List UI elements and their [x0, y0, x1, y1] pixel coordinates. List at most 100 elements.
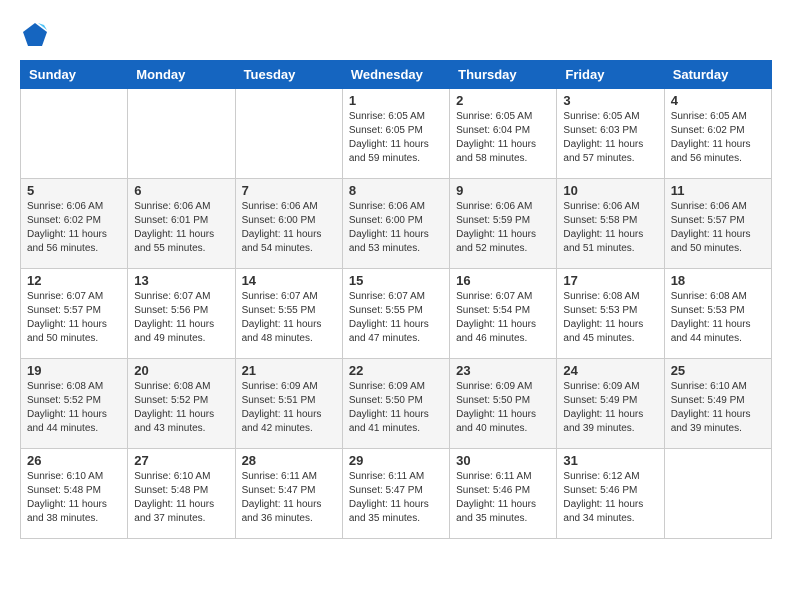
calendar-cell [21, 89, 128, 179]
calendar-cell: 9 Sunrise: 6:06 AM Sunset: 5:59 PM Daylig… [450, 179, 557, 269]
day-number: 9 [456, 183, 550, 198]
calendar-cell: 18 Sunrise: 6:08 AM Sunset: 5:53 PM Dayli… [664, 269, 771, 359]
day-number: 16 [456, 273, 550, 288]
weekday-header-row: SundayMondayTuesdayWednesdayThursdayFrid… [21, 61, 772, 89]
day-info: Sunrise: 6:09 AM Sunset: 5:49 PM Dayligh… [563, 380, 657, 436]
calendar-cell: 10 Sunrise: 6:06 AM Sunset: 5:58 PM Dayli… [557, 179, 664, 269]
day-number: 30 [456, 453, 550, 468]
day-info: Sunrise: 6:05 AM Sunset: 6:04 PM Dayligh… [456, 110, 550, 166]
day-info: Sunrise: 6:06 AM Sunset: 6:02 PM Dayligh… [27, 200, 121, 256]
day-number: 5 [27, 183, 121, 198]
day-info: Sunrise: 6:06 AM Sunset: 6:00 PM Dayligh… [242, 200, 336, 256]
weekday-header-thursday: Thursday [450, 61, 557, 89]
day-number: 24 [563, 363, 657, 378]
day-number: 11 [671, 183, 765, 198]
calendar-cell: 15Sunrise: 6:07 AM Sunset: 5:55 PM Dayli… [342, 269, 449, 359]
logo [20, 20, 54, 50]
weekday-header-wednesday: Wednesday [342, 61, 449, 89]
day-number: 3 [563, 93, 657, 108]
day-info: Sunrise: 6:10 AM Sunset: 5:48 PM Dayligh… [134, 470, 228, 526]
day-info: Sunrise: 6:09 AM Sunset: 5:51 PM Dayligh… [242, 380, 336, 436]
day-info: Sunrise: 6:06 AM Sunset: 5:58 PM Dayligh… [563, 200, 657, 256]
day-number: 21 [242, 363, 336, 378]
day-info: Sunrise: 6:07 AM Sunset: 5:55 PM Dayligh… [349, 290, 443, 346]
week-row-4: 19 Sunrise: 6:08 AM Sunset: 5:52 PM Dayli… [21, 359, 772, 449]
day-info: Sunrise: 6:08 AM Sunset: 5:52 PM Dayligh… [27, 380, 121, 436]
logo-icon [20, 20, 50, 50]
calendar-cell: 26 Sunrise: 6:10 AM Sunset: 5:48 PM Dayli… [21, 449, 128, 539]
day-info: Sunrise: 6:11 AM Sunset: 5:46 PM Dayligh… [456, 470, 550, 526]
week-row-1: 1 Sunrise: 6:05 AM Sunset: 6:05 PM Daylig… [21, 89, 772, 179]
calendar-cell: 24 Sunrise: 6:09 AM Sunset: 5:49 PM Dayli… [557, 359, 664, 449]
calendar-cell: 2Sunrise: 6:05 AM Sunset: 6:04 PM Daylig… [450, 89, 557, 179]
day-info: Sunrise: 6:07 AM Sunset: 5:55 PM Dayligh… [242, 290, 336, 346]
calendar-cell: 11 Sunrise: 6:06 AM Sunset: 5:57 PM Dayli… [664, 179, 771, 269]
day-number: 26 [27, 453, 121, 468]
day-info: Sunrise: 6:08 AM Sunset: 5:52 PM Dayligh… [134, 380, 228, 436]
calendar-cell: 31 Sunrise: 6:12 AM Sunset: 5:46 PM Dayli… [557, 449, 664, 539]
page-header [20, 20, 772, 50]
calendar-cell: 1 Sunrise: 6:05 AM Sunset: 6:05 PM Daylig… [342, 89, 449, 179]
calendar-cell [664, 449, 771, 539]
weekday-header-tuesday: Tuesday [235, 61, 342, 89]
calendar-cell: 20 Sunrise: 6:08 AM Sunset: 5:52 PM Dayli… [128, 359, 235, 449]
calendar-cell: 12 Sunrise: 6:07 AM Sunset: 5:57 PM Dayli… [21, 269, 128, 359]
day-info: Sunrise: 6:05 AM Sunset: 6:05 PM Dayligh… [349, 110, 443, 166]
day-number: 10 [563, 183, 657, 198]
weekday-header-sunday: Sunday [21, 61, 128, 89]
calendar-cell: 7 Sunrise: 6:06 AM Sunset: 6:00 PM Daylig… [235, 179, 342, 269]
day-number: 31 [563, 453, 657, 468]
calendar-cell [235, 89, 342, 179]
day-number: 12 [27, 273, 121, 288]
weekday-header-friday: Friday [557, 61, 664, 89]
calendar-cell: 4 Sunrise: 6:05 AM Sunset: 6:02 PM Daylig… [664, 89, 771, 179]
day-info: Sunrise: 6:07 AM Sunset: 5:57 PM Dayligh… [27, 290, 121, 346]
calendar-cell: 16 Sunrise: 6:07 AM Sunset: 5:54 PM Dayli… [450, 269, 557, 359]
day-number: 7 [242, 183, 336, 198]
day-number: 8 [349, 183, 443, 198]
day-info: Sunrise: 6:05 AM Sunset: 6:03 PM Dayligh… [563, 110, 657, 166]
day-number: 18 [671, 273, 765, 288]
calendar-table: SundayMondayTuesdayWednesdayThursdayFrid… [20, 60, 772, 539]
day-info: Sunrise: 6:06 AM Sunset: 5:57 PM Dayligh… [671, 200, 765, 256]
weekday-header-monday: Monday [128, 61, 235, 89]
day-info: Sunrise: 6:10 AM Sunset: 5:48 PM Dayligh… [27, 470, 121, 526]
day-info: Sunrise: 6:11 AM Sunset: 5:47 PM Dayligh… [349, 470, 443, 526]
day-info: Sunrise: 6:07 AM Sunset: 5:54 PM Dayligh… [456, 290, 550, 346]
week-row-2: 5 Sunrise: 6:06 AM Sunset: 6:02 PM Daylig… [21, 179, 772, 269]
day-info: Sunrise: 6:07 AM Sunset: 5:56 PM Dayligh… [134, 290, 228, 346]
calendar-cell: 14 Sunrise: 6:07 AM Sunset: 5:55 PM Dayli… [235, 269, 342, 359]
day-info: Sunrise: 6:06 AM Sunset: 5:59 PM Dayligh… [456, 200, 550, 256]
week-row-3: 12 Sunrise: 6:07 AM Sunset: 5:57 PM Dayli… [21, 269, 772, 359]
day-number: 25 [671, 363, 765, 378]
day-info: Sunrise: 6:08 AM Sunset: 5:53 PM Dayligh… [671, 290, 765, 346]
day-number: 19 [27, 363, 121, 378]
weekday-header-saturday: Saturday [664, 61, 771, 89]
day-number: 22 [349, 363, 443, 378]
calendar-cell: 5 Sunrise: 6:06 AM Sunset: 6:02 PM Daylig… [21, 179, 128, 269]
day-info: Sunrise: 6:09 AM Sunset: 5:50 PM Dayligh… [349, 380, 443, 436]
day-info: Sunrise: 6:09 AM Sunset: 5:50 PM Dayligh… [456, 380, 550, 436]
day-info: Sunrise: 6:12 AM Sunset: 5:46 PM Dayligh… [563, 470, 657, 526]
calendar-cell: 17Sunrise: 6:08 AM Sunset: 5:53 PM Dayli… [557, 269, 664, 359]
day-number: 1 [349, 93, 443, 108]
calendar-cell: 8 Sunrise: 6:06 AM Sunset: 6:00 PM Daylig… [342, 179, 449, 269]
calendar-cell [128, 89, 235, 179]
day-number: 28 [242, 453, 336, 468]
day-number: 20 [134, 363, 228, 378]
calendar-cell: 21 Sunrise: 6:09 AM Sunset: 5:51 PM Dayli… [235, 359, 342, 449]
day-info: Sunrise: 6:06 AM Sunset: 6:00 PM Dayligh… [349, 200, 443, 256]
day-number: 13 [134, 273, 228, 288]
day-number: 14 [242, 273, 336, 288]
day-number: 4 [671, 93, 765, 108]
day-info: Sunrise: 6:05 AM Sunset: 6:02 PM Dayligh… [671, 110, 765, 166]
day-info: Sunrise: 6:10 AM Sunset: 5:49 PM Dayligh… [671, 380, 765, 436]
calendar-cell: 22 Sunrise: 6:09 AM Sunset: 5:50 PM Dayli… [342, 359, 449, 449]
calendar-cell: 6 Sunrise: 6:06 AM Sunset: 6:01 PM Daylig… [128, 179, 235, 269]
day-info: Sunrise: 6:06 AM Sunset: 6:01 PM Dayligh… [134, 200, 228, 256]
day-number: 6 [134, 183, 228, 198]
day-info: Sunrise: 6:08 AM Sunset: 5:53 PM Dayligh… [563, 290, 657, 346]
calendar-cell: 13 Sunrise: 6:07 AM Sunset: 5:56 PM Dayli… [128, 269, 235, 359]
calendar-cell: 27Sunrise: 6:10 AM Sunset: 5:48 PM Dayli… [128, 449, 235, 539]
calendar-cell: 29Sunrise: 6:11 AM Sunset: 5:47 PM Dayli… [342, 449, 449, 539]
